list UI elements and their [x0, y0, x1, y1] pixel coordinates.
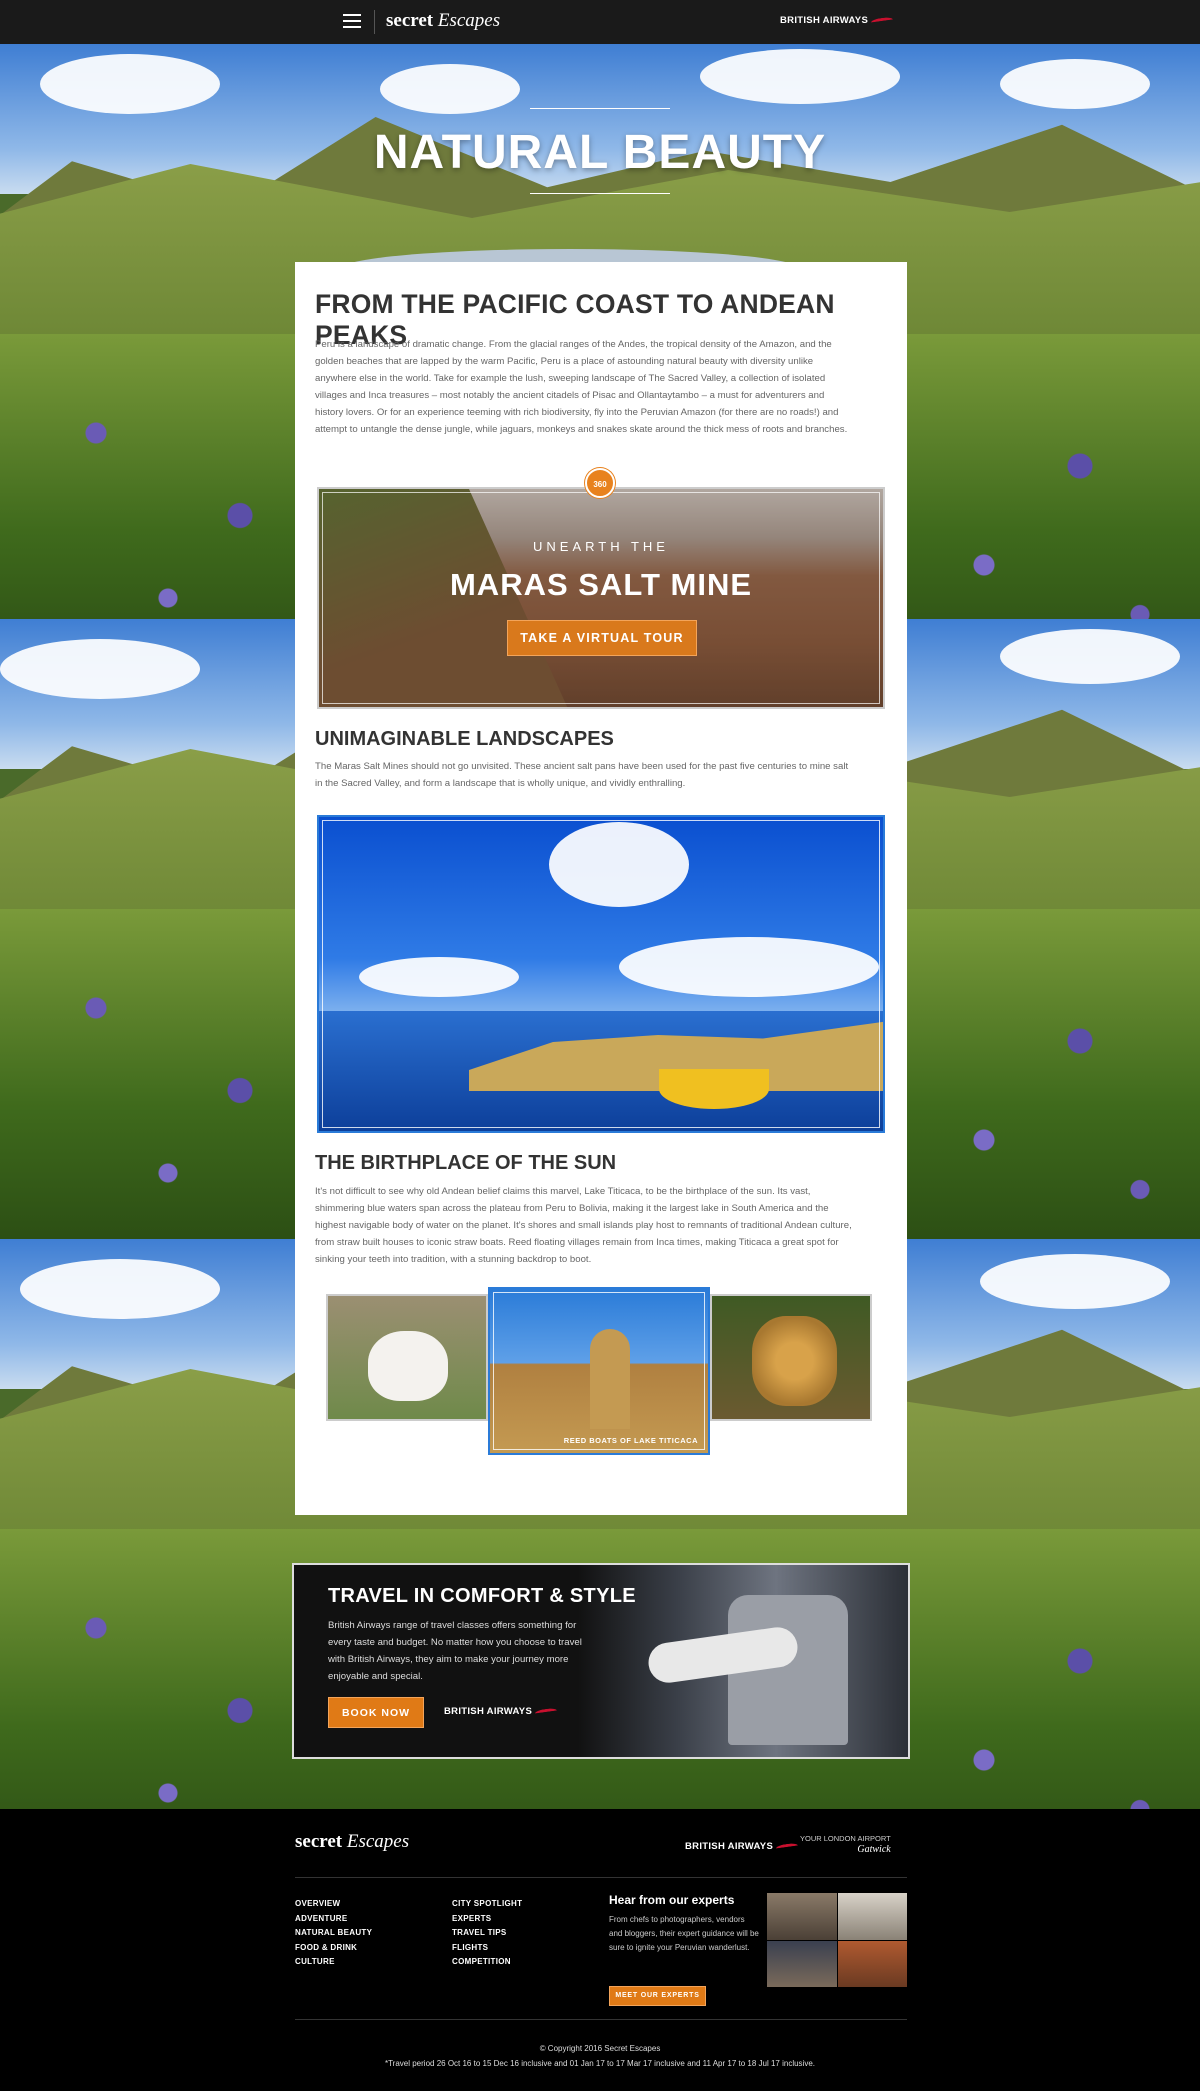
- gallery-reed-boat-image[interactable]: REED BOATS OF LAKE TITICACA: [488, 1287, 710, 1455]
- expert-avatar: [837, 1893, 907, 1940]
- footer-link-experts[interactable]: EXPERTS: [452, 1912, 522, 1927]
- hero-rule-top: [530, 108, 670, 109]
- footer-divider: [295, 2019, 907, 2020]
- footer-divider: [295, 1877, 907, 1878]
- lake-titicaca-photo: [317, 815, 885, 1133]
- footer-link-city-spotlight[interactable]: CITY SPOTLIGHT: [452, 1897, 522, 1912]
- footer-link-flights[interactable]: FLIGHTS: [452, 1941, 522, 1956]
- copyright: © Copyright 2016 Secret Escapes: [539, 2044, 661, 2053]
- experts-promo: Hear from our experts From chefs to phot…: [609, 1893, 759, 1955]
- footer-link-competition[interactable]: COMPETITION: [452, 1955, 522, 1970]
- travel-comfort-banner: TRAVEL IN COMFORT & STYLE British Airway…: [292, 1563, 910, 1759]
- meet-experts-button[interactable]: MEET OUR EXPERTS: [609, 1986, 706, 2006]
- sun-heading: THE BIRTHPLACE OF THE SUN: [315, 1152, 617, 1174]
- travel-terms: *Travel period 26 Oct 16 to 15 Dec 16 in…: [384, 2059, 816, 2068]
- gallery-jaguar-image[interactable]: [710, 1294, 872, 1421]
- footer-link-food-drink[interactable]: FOOD & DRINK: [295, 1941, 372, 1956]
- content-card: FROM THE PACIFIC COAST TO ANDEAN PEAKS P…: [295, 262, 907, 1515]
- experts-paragraph: From chefs to photographers, vendors and…: [609, 1915, 759, 1952]
- top-nav: secret Escapes BRITISH AIRWAYS: [0, 0, 1200, 44]
- 360-icon: 360: [585, 468, 615, 498]
- footer-links-col2: CITY SPOTLIGHT EXPERTS TRAVEL TIPS FLIGH…: [452, 1897, 522, 1970]
- british-airways-logo[interactable]: BRITISH AIRWAYS: [780, 15, 894, 26]
- expert-avatar: [767, 1940, 837, 1987]
- sun-paragraph: It's not difficult to see why old Andean…: [315, 1186, 852, 1265]
- gallery-llama-image[interactable]: [326, 1294, 488, 1421]
- footer-link-adventure[interactable]: ADVENTURE: [295, 1912, 372, 1927]
- ba-swoosh-icon: [534, 1706, 558, 1717]
- book-now-button[interactable]: BOOK NOW: [328, 1697, 424, 1728]
- footer-link-culture[interactable]: CULTURE: [295, 1955, 372, 1970]
- virtual-tour-banner[interactable]: UNEARTH THE MARAS SALT MINE TAKE A VIRTU…: [317, 487, 885, 709]
- expert-avatar: [767, 1893, 837, 1940]
- landscapes-heading: UNIMAGINABLE LANDSCAPES: [315, 728, 614, 750]
- ba-swoosh-icon: [775, 1841, 799, 1852]
- gatwick-logo[interactable]: YOUR LONDON AIRPORT Gatwick: [800, 1833, 891, 1855]
- expert-avatar: [837, 1940, 907, 1987]
- footer-link-overview[interactable]: OVERVIEW: [295, 1897, 372, 1912]
- secret-escapes-logo[interactable]: secret Escapes: [386, 10, 500, 32]
- hero-rule-bottom: [530, 193, 670, 194]
- footer-british-airways-logo[interactable]: BRITISH AIRWAYS: [685, 1841, 799, 1852]
- intro-paragraph: Peru is a landscape of dramatic change. …: [315, 339, 848, 435]
- footer-secret-escapes-logo[interactable]: secret Escapes: [295, 1831, 409, 1853]
- landscapes-paragraph: The Maras Salt Mines should not go unvis…: [315, 761, 849, 789]
- travel-heading: TRAVEL IN COMFORT & STYLE: [328, 1585, 636, 1607]
- ba-swoosh-icon: [870, 15, 894, 26]
- footer-link-travel-tips[interactable]: TRAVEL TIPS: [452, 1926, 522, 1941]
- tour-subtitle: UNEARTH THE: [533, 539, 669, 554]
- experts-heading: Hear from our experts: [609, 1893, 735, 1907]
- tour-title: MARAS SALT MINE: [449, 567, 753, 602]
- footer-links-col1: OVERVIEW ADVENTURE NATURAL BEAUTY FOOD &…: [295, 1897, 372, 1970]
- footer: secret Escapes BRITISH AIRWAYS YOUR LOND…: [0, 1809, 1200, 2091]
- travel-paragraph: British Airways range of travel classes …: [328, 1620, 582, 1682]
- nav-divider: [374, 10, 375, 34]
- experts-photo-grid[interactable]: [767, 1893, 907, 1987]
- gallery-caption: REED BOATS OF LAKE TITICACA: [563, 1436, 698, 1445]
- british-airways-logo: BRITISH AIRWAYS: [444, 1706, 558, 1717]
- footer-link-natural-beauty[interactable]: NATURAL BEAUTY: [295, 1926, 372, 1941]
- virtual-tour-button[interactable]: TAKE A VIRTUAL TOUR: [507, 620, 697, 656]
- hero-title: NATURAL BEAUTY: [373, 126, 827, 179]
- menu-icon[interactable]: [343, 14, 361, 28]
